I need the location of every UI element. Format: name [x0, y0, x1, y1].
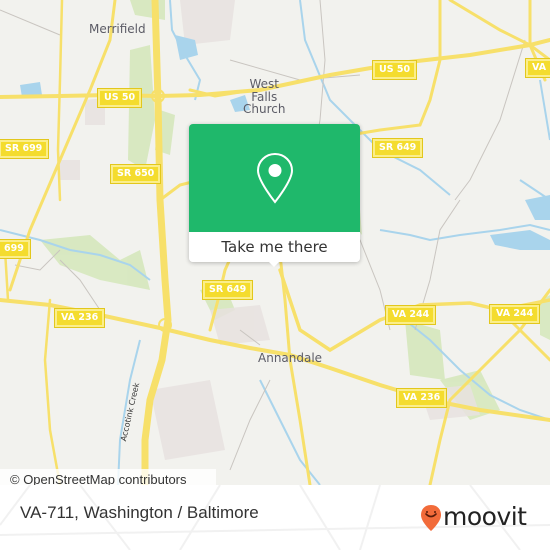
- road-shield-us50: US 50: [96, 88, 143, 108]
- road-shield-sr699: SR 699: [0, 139, 50, 159]
- road-shield-va: VA: [524, 58, 550, 78]
- road-shield-sr699: 699: [0, 239, 31, 259]
- footer-bar: VA-711, Washington / Baltimore moovit: [0, 485, 550, 550]
- location-title: VA-711, Washington / Baltimore: [20, 503, 259, 522]
- moovit-smile-pin-icon: [421, 505, 441, 531]
- road-shield-va236: VA 236: [53, 308, 106, 328]
- location-popup[interactable]: Take me there: [189, 124, 360, 267]
- map-view[interactable]: Merrifield West Falls Church Annandale U…: [0, 0, 550, 485]
- popup-pointer: [267, 260, 281, 267]
- road-shield-va236: VA 236: [395, 388, 448, 408]
- road-shield-us50: US 50: [371, 60, 418, 80]
- road-shield-sr649: SR 649: [201, 280, 254, 300]
- road-shield-sr650: SR 650: [109, 164, 162, 184]
- take-me-there-button[interactable]: Take me there: [189, 232, 360, 262]
- popup-header[interactable]: [189, 124, 360, 232]
- place-label-west-falls-church: West Falls Church: [243, 77, 286, 116]
- map-attribution[interactable]: © OpenStreetMap contributors: [0, 469, 216, 485]
- moovit-wordmark: moovit: [443, 502, 527, 531]
- road-shield-va244: VA 244: [384, 305, 437, 325]
- map-pin-icon: [256, 152, 294, 204]
- road-shield-va244: VA 244: [488, 304, 541, 324]
- place-label-merrifield: Merrifield: [89, 22, 146, 36]
- road-shield-sr649: SR 649: [371, 138, 424, 158]
- place-label-annandale: Annandale: [258, 351, 323, 365]
